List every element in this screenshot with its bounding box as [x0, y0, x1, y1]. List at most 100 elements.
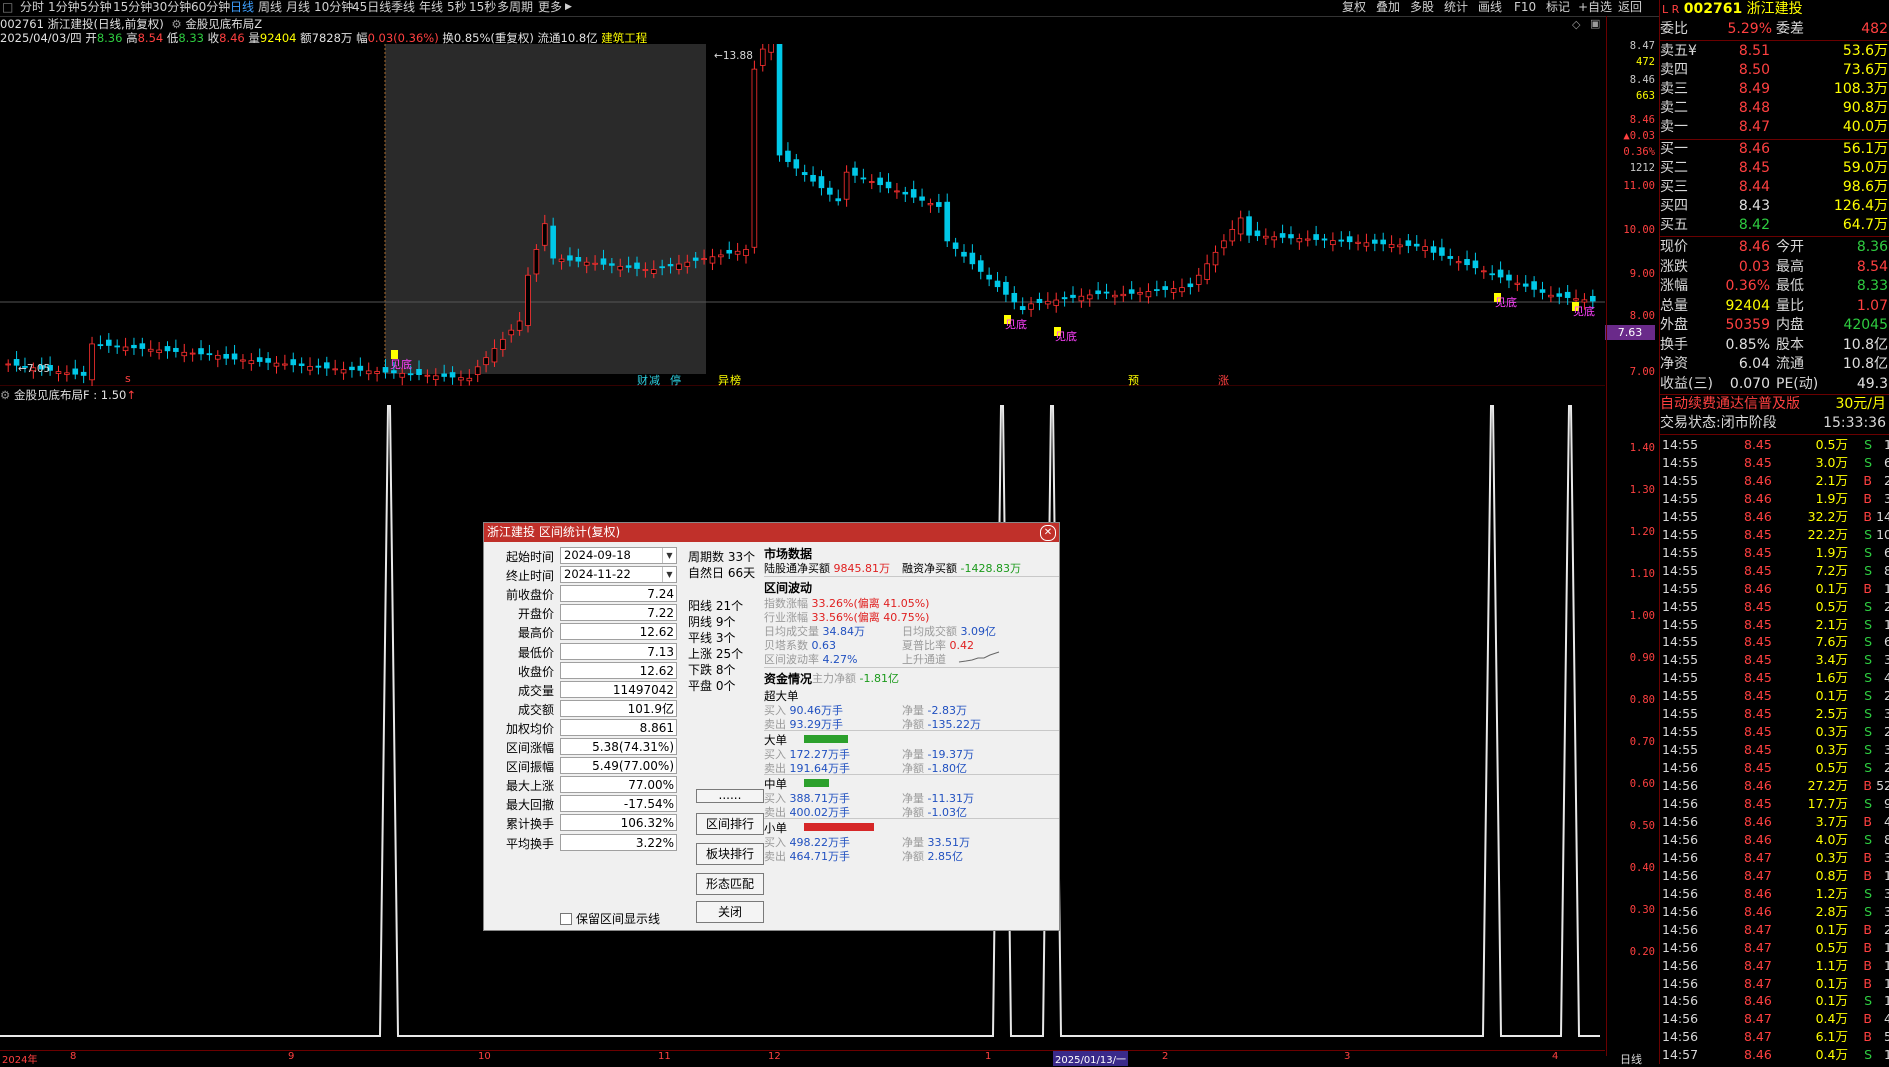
sell5-row[interactable]: 卖五¥ 8.51 53.6万	[1660, 42, 1889, 61]
time-label: 11	[658, 1051, 671, 1062]
period-5min[interactable]: 5分钟	[80, 0, 112, 15]
period-week[interactable]: 周线	[258, 0, 282, 15]
sell1-row[interactable]: 卖一 8.47 40.0万	[1660, 118, 1889, 137]
field-value: 11497042	[560, 680, 677, 698]
candle-body	[1514, 282, 1521, 285]
indicator-name[interactable]: 金股见底布局Z	[185, 17, 262, 31]
btn-draw[interactable]: 画线	[1478, 0, 1502, 15]
quote-panel: L R 002761 浙江建投 委比 5.29% 委差 482 卖五¥ 8.51 5…	[1659, 0, 1889, 1064]
keep-range-checkbox[interactable]	[560, 913, 572, 925]
period-quarter[interactable]: 季线	[391, 0, 415, 15]
margin-row: 融资净买额 -1428.83万	[902, 562, 1021, 575]
candle-body	[307, 366, 313, 371]
menu-icon[interactable]: □	[2, 0, 13, 15]
period-60min[interactable]: 60分钟	[191, 0, 230, 15]
event-tag-zhang[interactable]: 涨	[1218, 372, 1229, 388]
period-30min[interactable]: 30分钟	[152, 0, 191, 15]
close-button[interactable]: 关闭	[696, 901, 764, 923]
range-rank-button[interactable]: 区间排行	[696, 813, 764, 835]
candle-body	[768, 44, 774, 53]
btn-add-favorite[interactable]: +自选	[1578, 0, 1612, 15]
period-5sec[interactable]: 5秒	[447, 0, 467, 15]
sell3-row[interactable]: 卖三 8.49 108.3万	[1660, 80, 1889, 99]
candle-body	[776, 44, 783, 156]
candle-body	[206, 353, 213, 356]
date-select[interactable]: 2024-11-22 ▼	[560, 566, 677, 584]
candle-body	[256, 357, 263, 362]
axis-label: 9.00	[1629, 268, 1655, 280]
axis-label: 8.46	[1629, 114, 1655, 126]
dropdown-arrow-icon[interactable]: ▼	[662, 548, 676, 563]
promo-text[interactable]: 自动续费通达信普及版	[1660, 396, 1800, 412]
buy4-row[interactable]: 买四 8.43 126.4万	[1660, 197, 1889, 216]
period-10min[interactable]: 10分钟	[314, 0, 353, 15]
sector-link[interactable]: 建筑工程	[601, 31, 647, 45]
promo-row[interactable]: 自动续费通达信普及版 30元/月	[1660, 395, 1889, 414]
period-fenshi[interactable]: 分时	[20, 0, 44, 15]
candle-body	[650, 269, 657, 274]
candle-body	[399, 372, 406, 378]
divider	[1660, 236, 1889, 237]
chart-title-row: 002761 浙江建投(日线,前复权) ⚙ 金股见底布局Z	[0, 17, 262, 31]
period-45day[interactable]: 45日线	[352, 0, 391, 15]
dropdown-arrow-icon[interactable]: ▼	[662, 567, 676, 583]
event-tag-ting[interactable]: 停	[670, 372, 681, 388]
volume-value: 92404	[259, 31, 297, 45]
candle-body	[902, 191, 909, 195]
pin-icon[interactable]: ◇	[1572, 18, 1580, 31]
candle-body	[793, 159, 800, 169]
field-value: 77.00%	[560, 776, 677, 794]
event-tag-yu[interactable]: 预	[1128, 372, 1139, 388]
gear-icon[interactable]: ⚙	[171, 17, 181, 31]
btn-f10[interactable]: F10	[1514, 0, 1536, 15]
period-more[interactable]: 更多	[538, 0, 562, 15]
event-tag-cai[interactable]: 财	[637, 372, 648, 388]
candle-body	[458, 377, 464, 381]
close-icon[interactable]: ✕	[1040, 525, 1056, 541]
candlestick-chart[interactable]	[0, 44, 1605, 386]
candle-body	[1221, 240, 1227, 249]
period-year[interactable]: 年线	[419, 0, 443, 15]
event-tag-yi[interactable]: 异	[718, 372, 729, 388]
event-tag-s[interactable]: s	[125, 372, 131, 385]
period-15sec[interactable]: 15秒	[469, 0, 496, 15]
btn-back[interactable]: 返回	[1618, 0, 1642, 15]
period-indicator[interactable]: 日线	[1620, 1051, 1642, 1067]
period-day[interactable]: 日线	[230, 0, 254, 15]
buy3-row[interactable]: 买三 8.44 98.6万	[1660, 178, 1889, 197]
btn-overlay[interactable]: 叠加	[1376, 0, 1400, 15]
pattern-match-button[interactable]: 形态匹配	[696, 873, 764, 895]
period-15min[interactable]: 15分钟	[113, 0, 152, 15]
promo-price[interactable]: 30元/月	[1835, 395, 1886, 414]
btn-multistock[interactable]: 多股	[1410, 0, 1434, 15]
buy5-row[interactable]: 买五 8.42 64.7万	[1660, 216, 1889, 235]
candle-body	[1321, 238, 1328, 241]
period-multi[interactable]: 多周期	[497, 0, 533, 15]
buy2-row[interactable]: 买二 8.45 59.0万	[1660, 159, 1889, 178]
maximize-icon[interactable]: ▣	[1590, 17, 1600, 30]
candle-body	[885, 181, 892, 189]
btn-stats[interactable]: 统计	[1444, 0, 1468, 15]
event-tag-bang[interactable]: 榜	[730, 372, 741, 388]
more-button[interactable]: ......	[696, 789, 764, 803]
btn-fuquan[interactable]: 复权	[1342, 0, 1366, 15]
divider	[1660, 434, 1889, 435]
period-month[interactable]: 月线	[286, 0, 310, 15]
date-select[interactable]: 2024-09-18 ▼	[560, 547, 677, 564]
dialog-titlebar[interactable]: 浙江建投 区间统计(复权) ✕	[484, 523, 1059, 542]
trend-sparkline-icon	[958, 651, 1000, 663]
candle-body	[240, 359, 246, 362]
buy1-row[interactable]: 买一 8.46 56.1万	[1660, 140, 1889, 159]
more-arrow-icon[interactable]: ▶	[565, 0, 572, 15]
sell4-row[interactable]: 卖四 8.50 73.6万	[1660, 61, 1889, 80]
candle-body	[248, 360, 255, 365]
period-1min[interactable]: 1分钟	[48, 0, 80, 15]
event-tag-jian[interactable]: 减	[649, 372, 660, 388]
sell2-row[interactable]: 卖二 8.48 90.8万	[1660, 99, 1889, 118]
btn-mark[interactable]: 标记	[1546, 0, 1570, 15]
signal-label: 见底	[1495, 296, 1517, 309]
range-stats-dialog[interactable]: 浙江建投 区间统计(复权) ✕ 起始时间 2024-09-18 ▼ 终止时间 2024-…	[483, 522, 1060, 931]
stats-right-panel: 市场数据 陆股通净买额 9845.81万 融资净买额 -1428.83万 区间波…	[764, 542, 1059, 930]
channel-row: 上升通道	[902, 653, 946, 666]
sector-rank-button[interactable]: 板块排行	[696, 843, 764, 865]
